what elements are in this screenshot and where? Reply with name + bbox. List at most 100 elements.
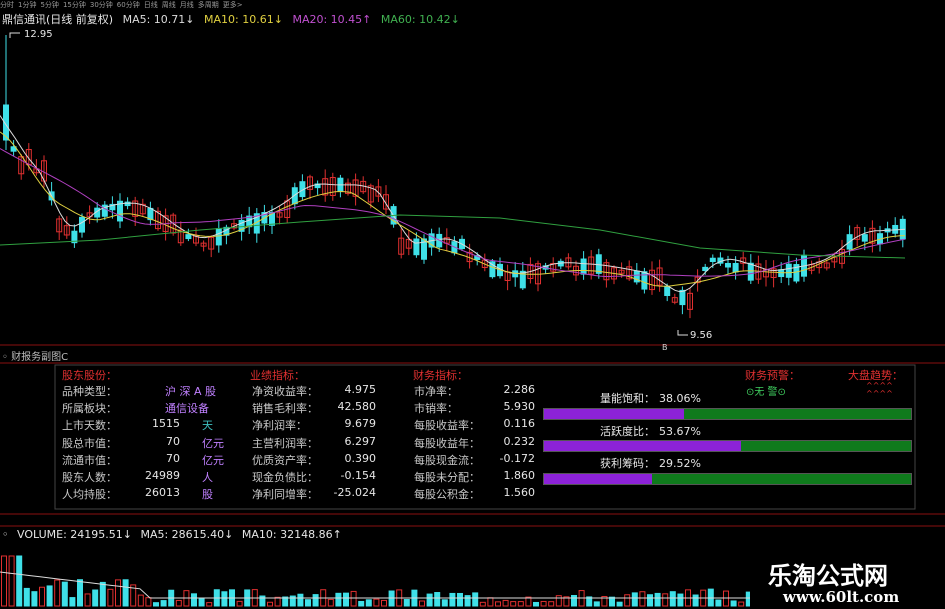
col3-label: 每股现金流： xyxy=(414,454,480,467)
volume-bar xyxy=(69,597,76,607)
warning-value: ⊙无 警⊙ xyxy=(746,387,786,398)
candle-body xyxy=(215,228,222,246)
volume-bar xyxy=(419,600,425,607)
volume-bar xyxy=(107,588,114,607)
tab-timeframe-9[interactable]: 多周期 xyxy=(198,1,219,9)
tab-timeframe-3[interactable]: 15分钟 xyxy=(63,1,86,9)
volume-bar xyxy=(571,594,577,607)
panel-title[interactable]: ◦ 财报务副图C xyxy=(2,348,68,363)
volume-bar xyxy=(540,600,547,607)
candle-body xyxy=(732,262,739,273)
volume-bar xyxy=(191,593,197,607)
volume-bar xyxy=(495,601,501,607)
kline-chart[interactable]: 12.95 9.56 B xyxy=(0,0,945,609)
col1-label: 所属板块： xyxy=(62,402,117,415)
ma5-line xyxy=(0,115,906,293)
candle-body xyxy=(709,257,716,263)
volume-bar xyxy=(206,602,213,607)
volume-bar xyxy=(16,555,23,607)
col1-unit: 沪 深 A 股 xyxy=(165,385,217,398)
volume-bar xyxy=(457,592,463,607)
volume-bar xyxy=(92,589,99,607)
candle-body xyxy=(291,187,298,205)
col1-label: 人均持股： xyxy=(62,488,117,501)
volume-bar xyxy=(555,595,562,607)
volume-bar xyxy=(137,594,144,607)
candle-body xyxy=(79,216,85,233)
gauge-bar xyxy=(543,473,912,485)
col3-label: 每股未分配： xyxy=(414,471,480,484)
tab-timeframe-10[interactable]: 更多> xyxy=(223,1,243,9)
volume-bar xyxy=(122,579,129,607)
section-warning: 财务预警： xyxy=(745,369,800,382)
col1-unit: 天 xyxy=(202,419,213,432)
candle-body xyxy=(664,285,671,297)
col1-unit: 人 xyxy=(202,471,213,484)
volume-value: VOLUME: 24195.51↓ xyxy=(17,528,132,541)
gauge-label: 量能饱和： 38.06% xyxy=(600,392,701,405)
volume-ma5: MA5: 28615.40↓ xyxy=(140,528,234,541)
tab-timeframe-5[interactable]: 60分钟 xyxy=(117,1,140,9)
ma10-value: MA10: 10.61↓ xyxy=(204,13,283,26)
candle-body xyxy=(785,263,792,278)
col2-label: 净利同增率： xyxy=(252,488,318,501)
col2-label: 净资收益率： xyxy=(252,385,318,398)
col1-unit: 通信设备 xyxy=(165,402,209,415)
volume-bar xyxy=(533,601,539,607)
tab-timeframe-4[interactable]: 30分钟 xyxy=(90,1,113,9)
volume-bar xyxy=(297,593,304,607)
col1-value: 70 xyxy=(166,435,180,448)
col1-label: 上市天数： xyxy=(62,419,117,432)
volume-bar xyxy=(715,599,722,607)
col2-label: 销售毛利率： xyxy=(252,402,318,415)
gauge-label: 活跃度比： 53.67% xyxy=(600,425,701,438)
timeframe-bar[interactable]: 分时 1分钟 5分钟 15分钟 30分钟 60分钟 日线 周线 月线 多周期 更多> xyxy=(0,0,247,9)
col2-value: 4.975 xyxy=(344,383,377,396)
volume-bar xyxy=(84,593,91,607)
tab-timeframe-8[interactable]: 月线 xyxy=(180,1,194,9)
volume-bar xyxy=(175,599,182,607)
col2-label: 优质资产率： xyxy=(252,454,318,467)
gauge-fill xyxy=(544,409,684,419)
low-marker xyxy=(677,330,688,336)
volume-bar xyxy=(39,586,45,607)
volume-bar xyxy=(350,590,357,607)
col3-value: 1.560 xyxy=(503,486,536,499)
volume-bar xyxy=(115,579,121,607)
volume-bar xyxy=(274,596,281,607)
tab-timeframe-1[interactable]: 1分钟 xyxy=(18,1,36,9)
col2-value: 42.580 xyxy=(337,400,377,413)
col1-unit: 亿元 xyxy=(202,454,224,467)
col3-value: 0.116 xyxy=(503,417,536,430)
volume-bar xyxy=(548,601,555,607)
volume-bar xyxy=(312,594,319,607)
col2-value: -25.024 xyxy=(333,486,376,499)
volume-ma10: MA10: 32148.86↑ xyxy=(241,528,342,541)
volume-bar xyxy=(647,594,653,607)
volume-bar xyxy=(198,597,205,607)
candle-body xyxy=(595,254,602,274)
volume-bar xyxy=(692,594,699,607)
candle-body xyxy=(580,258,587,275)
volume-bar xyxy=(1,555,7,607)
candle-body xyxy=(641,271,648,290)
buy-marker: B xyxy=(662,343,668,352)
tab-timeframe-6[interactable]: 日线 xyxy=(144,1,158,9)
volume-bar xyxy=(153,602,159,607)
volume-bar xyxy=(593,601,600,607)
col3-value: 5.930 xyxy=(503,400,536,413)
candle-body xyxy=(679,289,686,306)
volume-bar xyxy=(145,597,152,607)
volume-bar xyxy=(479,601,486,607)
price-header: 鼎信通讯(日线 前复权) MA5: 10.71↓ MA10: 10.61↓ MA… xyxy=(2,11,466,27)
tab-timeframe-2[interactable]: 5分钟 xyxy=(40,1,58,9)
tab-timeframe-7[interactable]: 周线 xyxy=(162,1,176,9)
volume-bar xyxy=(464,595,471,607)
tab-timeframe-0[interactable]: 分时 xyxy=(0,1,14,9)
volume-bar xyxy=(502,599,509,607)
section-finance: 财务指标： xyxy=(413,369,468,382)
volume-bar xyxy=(46,585,53,607)
gauge-bar xyxy=(543,440,912,452)
col2-value: 0.390 xyxy=(344,452,377,465)
section-shareholder: 股东股份： xyxy=(62,369,117,382)
